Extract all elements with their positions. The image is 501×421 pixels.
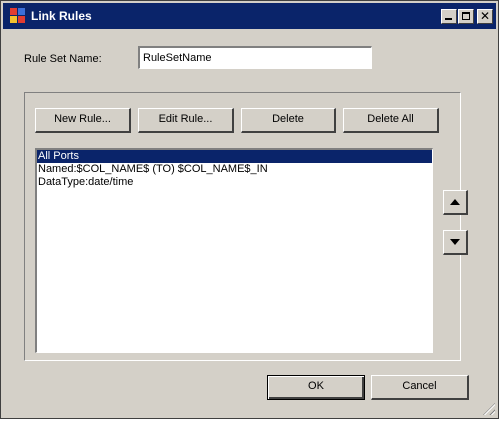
maximize-button[interactable] [458,8,474,24]
rule-set-name-label: Rule Set Name: [24,53,102,65]
list-item[interactable]: DataType:date/time [37,176,432,189]
link-rules-dialog: Link Rules ✕ Rule Set Name: New Rule... … [0,0,499,419]
rule-set-name-input[interactable] [138,46,372,69]
move-down-button[interactable] [443,230,468,255]
arrow-up-icon [450,199,460,205]
app-icon [10,8,26,24]
arrow-down-icon [450,239,460,245]
edit-rule-button[interactable]: Edit Rule... [138,108,234,133]
maximize-icon [462,11,470,20]
rules-listbox[interactable]: All Ports Named:$COL_NAME$ (TO) $COL_NAM… [35,148,433,353]
resize-grip[interactable] [483,403,495,415]
list-item[interactable]: All Ports [37,150,432,163]
new-rule-button[interactable]: New Rule... [35,108,131,133]
list-item[interactable]: Named:$COL_NAME$ (TO) $COL_NAME$_IN [37,163,432,176]
title-bar[interactable]: Link Rules ✕ [3,3,496,29]
ok-button[interactable]: OK [267,375,365,400]
window-title: Link Rules [31,9,92,23]
minimize-icon [445,17,452,20]
close-icon: ✕ [479,8,491,23]
close-button[interactable]: ✕ [477,8,493,24]
delete-all-button[interactable]: Delete All [343,108,439,133]
move-up-button[interactable] [443,190,468,215]
cancel-button[interactable]: Cancel [371,375,469,400]
minimize-button[interactable] [441,8,457,24]
delete-button[interactable]: Delete [241,108,336,133]
